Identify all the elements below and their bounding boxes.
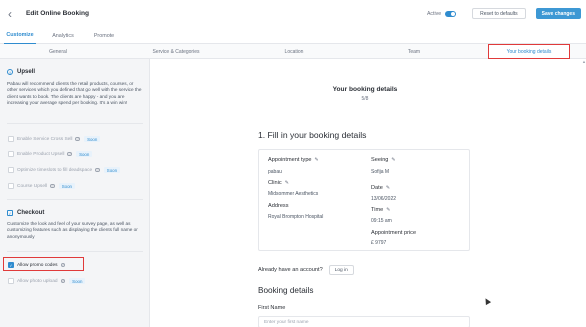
- checkbox[interactable]: [8, 167, 14, 174]
- info-circle-icon: i: [7, 69, 13, 75]
- settings-sidebar: i Upsell Pabau will recommend clients th…: [0, 59, 150, 327]
- reset-defaults-button[interactable]: Reset to defaults: [472, 8, 526, 19]
- checkout-icon: ✓: [7, 210, 13, 216]
- account-prompt-text: Already have an account?: [258, 267, 323, 273]
- appointment-price-value: £ 9797: [371, 240, 387, 246]
- upsell-heading: i Upsell: [7, 69, 35, 75]
- subtab-location[interactable]: Location: [276, 44, 312, 59]
- checkbox[interactable]: [8, 151, 14, 158]
- soon-badge: Soon: [103, 167, 121, 174]
- tab-analytics[interactable]: Analytics: [48, 27, 78, 44]
- promo-codes-highlight: [3, 257, 84, 271]
- option-service-cross-sell[interactable]: Enable Service Cross Sell ? Soon: [8, 136, 101, 143]
- info-icon: ?: [67, 151, 73, 157]
- pencil-icon[interactable]: ✎: [386, 185, 390, 191]
- sub-tabs: General Service & Categories Location Te…: [0, 44, 586, 59]
- tab-customize[interactable]: Customize: [4, 27, 36, 44]
- chevron-left-icon[interactable]: ‹: [8, 8, 20, 20]
- seeing-label: Seeing ✎: [371, 157, 396, 163]
- address-value: Royal Brompton Hospital: [268, 214, 324, 220]
- upsell-title: Upsell: [17, 69, 36, 75]
- label-text: Clinic: [268, 180, 282, 186]
- clinic-value: Midsommer Aesthetics: [268, 191, 319, 197]
- checkout-title: Checkout: [17, 210, 45, 216]
- checkout-heading: ✓ Checkout: [7, 210, 44, 216]
- info-icon: ?: [95, 167, 100, 173]
- preview-title: Your booking details: [332, 86, 398, 93]
- label-text: Appointment type: [268, 157, 312, 163]
- appointment-type-value: pabau: [268, 169, 282, 175]
- pencil-icon[interactable]: ✎: [315, 157, 319, 163]
- login-button[interactable]: Log in: [328, 265, 354, 275]
- pencil-icon[interactable]: ✎: [391, 157, 395, 163]
- checkout-description: Customize the look and feel of your surv…: [7, 221, 138, 239]
- option-label: Optimize timeslots to fill deadspace: [17, 167, 93, 173]
- label-text: Appointment price: [371, 230, 417, 236]
- scroll-up-arrow-icon[interactable]: ▲: [582, 59, 586, 67]
- preview-step: 5/8: [361, 96, 369, 102]
- section-booking-details: Booking details: [258, 286, 314, 295]
- page-title: Edit Online Booking: [26, 10, 90, 17]
- clinic-label: Clinic ✎: [268, 180, 289, 186]
- subtab-team[interactable]: Team: [396, 44, 432, 59]
- info-icon: ?: [75, 136, 81, 142]
- checkbox[interactable]: [8, 183, 14, 190]
- save-changes-button[interactable]: Save changes: [535, 8, 581, 19]
- date-label: Date ✎: [371, 185, 390, 191]
- label-text: Address: [268, 203, 289, 209]
- subtab-general[interactable]: General: [40, 44, 76, 59]
- active-label: Active: [426, 10, 442, 17]
- soon-badge: Soon: [76, 151, 93, 158]
- divider: [7, 251, 143, 252]
- option-optimize-timeslots[interactable]: Optimize timeslots to fill deadspace ? S…: [8, 167, 121, 174]
- option-label: Enable Service Cross Sell: [17, 136, 73, 142]
- upsell-description: Pabau will recommend clients the retail …: [7, 81, 142, 106]
- divider: [7, 199, 143, 200]
- label-text: Date: [371, 185, 383, 191]
- info-icon: ?: [60, 278, 66, 284]
- active-toggle[interactable]: [445, 10, 457, 17]
- top-bar: ‹ Edit Online Booking Active Reset to de…: [0, 0, 586, 27]
- main-tabs: Customize Analytics Promote: [0, 27, 586, 44]
- divider: [7, 123, 143, 124]
- address-label: Address: [268, 203, 289, 209]
- time-value: 09:15 am: [371, 218, 392, 224]
- booking-details-card: Appointment type ✎ pabau Seeing ✎ Sofija…: [258, 149, 470, 251]
- account-prompt: Already have an account? Log in: [258, 265, 354, 275]
- appointment-price-label: Appointment price: [371, 230, 416, 236]
- option-course-upsell[interactable]: Course Upsell ? Soon: [8, 183, 75, 190]
- appointment-type-label: Appointment type ✎: [268, 157, 319, 163]
- checkbox[interactable]: [8, 136, 14, 143]
- soon-badge: Soon: [84, 136, 101, 143]
- date-value: 13/06/2022: [371, 196, 397, 202]
- label-text: Time: [371, 207, 384, 213]
- pencil-icon[interactable]: ✎: [285, 180, 289, 186]
- option-label: Enable Product Upsell: [17, 151, 65, 157]
- time-label: Time ✎: [371, 207, 390, 213]
- option-product-upsell[interactable]: Enable Product Upsell ? Soon: [8, 151, 93, 158]
- first-name-input[interactable]: Enter your first name: [258, 316, 470, 327]
- option-label: Allow photo upload: [17, 278, 58, 284]
- section-fill-details: 1. Fill in your booking details: [258, 130, 367, 140]
- first-name-label: First Name: [258, 305, 286, 311]
- info-icon: ?: [50, 183, 55, 189]
- checkbox[interactable]: [8, 278, 14, 285]
- soon-badge: Soon: [58, 183, 75, 190]
- pencil-icon[interactable]: ✎: [386, 207, 390, 213]
- subtab-service-categories[interactable]: Service & Categories: [140, 44, 212, 59]
- booking-preview: Your booking details 5/8 1. Fill in your…: [150, 59, 586, 327]
- tab-promote[interactable]: Promote: [90, 27, 118, 44]
- option-label: Course Upsell: [17, 183, 48, 189]
- subtab-your-booking-details[interactable]: Your booking details: [488, 44, 570, 59]
- option-allow-photo-upload[interactable]: Allow photo upload ? Soon: [8, 278, 86, 285]
- soon-badge: Soon: [69, 278, 86, 285]
- label-text: Seeing: [371, 157, 389, 163]
- seeing-value: Sofija M: [371, 169, 390, 175]
